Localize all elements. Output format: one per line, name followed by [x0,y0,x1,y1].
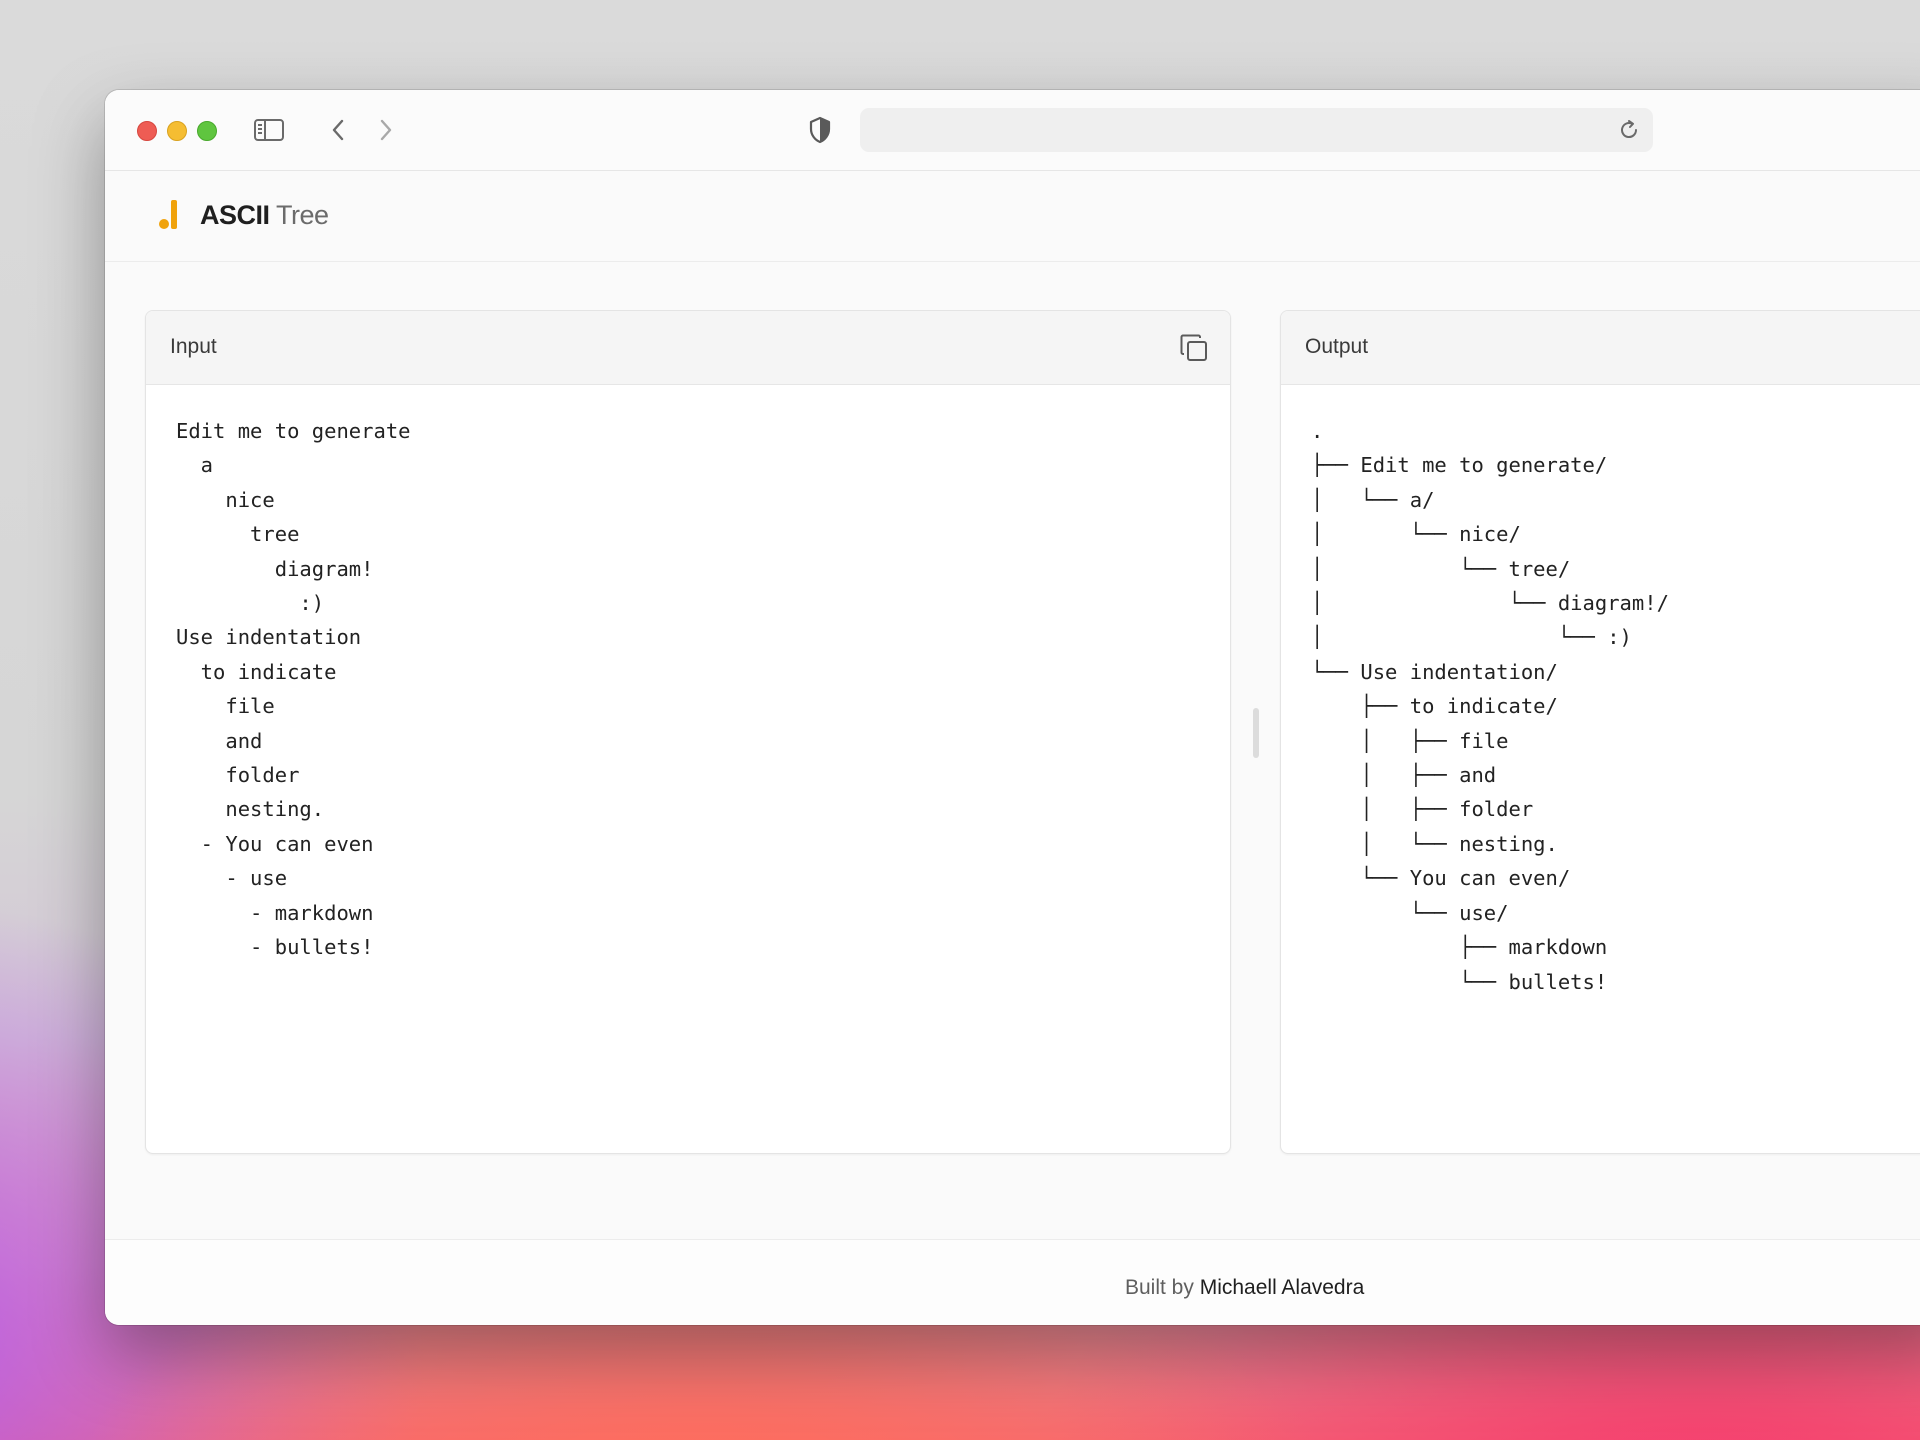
footer: Built by Michaell Alavedra [105,1239,1920,1325]
browser-toolbar [105,90,1920,171]
input-panel: Input Edit me to generate a nice tree di… [145,310,1231,1154]
sidebar-toggle-icon[interactable] [253,116,285,144]
footer-credit: Built by Michaell Alavedra [1125,1276,1364,1300]
copy-icon[interactable] [1178,332,1210,364]
address-bar[interactable] [860,108,1653,152]
output-panel-header: Output [1281,311,1920,385]
browser-window: ASCII Tree Input Edit me to generate a n… [105,90,1920,1325]
input-editor[interactable]: Edit me to generate a nice tree diagram!… [176,414,411,965]
logo-icon [155,197,183,233]
back-arrow-icon[interactable] [323,114,353,146]
close-window-button[interactable] [137,121,157,141]
output-panel: Output . ├── Edit me to generate/ │ └── … [1280,310,1920,1154]
forward-arrow-icon[interactable] [371,114,401,146]
zoom-window-button[interactable] [197,121,217,141]
input-panel-header: Input [146,311,1230,385]
brand-name-light: Tree [276,200,329,230]
privacy-shield-icon[interactable] [805,114,835,146]
reload-icon[interactable] [1617,118,1641,142]
minimize-window-button[interactable] [167,121,187,141]
app-brand: ASCII Tree [200,200,329,231]
output-tree: . ├── Edit me to generate/ │ └── a/ │ └─… [1311,419,1669,994]
footer-prefix: Built by [1125,1276,1200,1299]
app-header: ASCII Tree [105,171,1920,262]
input-panel-title: Input [170,335,217,358]
panel-resize-handle[interactable] [1253,708,1259,758]
brand-name-strong: ASCII [200,200,270,230]
output-panel-title: Output [1305,335,1369,358]
author-link[interactable]: Michaell Alavedra [1200,1276,1365,1299]
